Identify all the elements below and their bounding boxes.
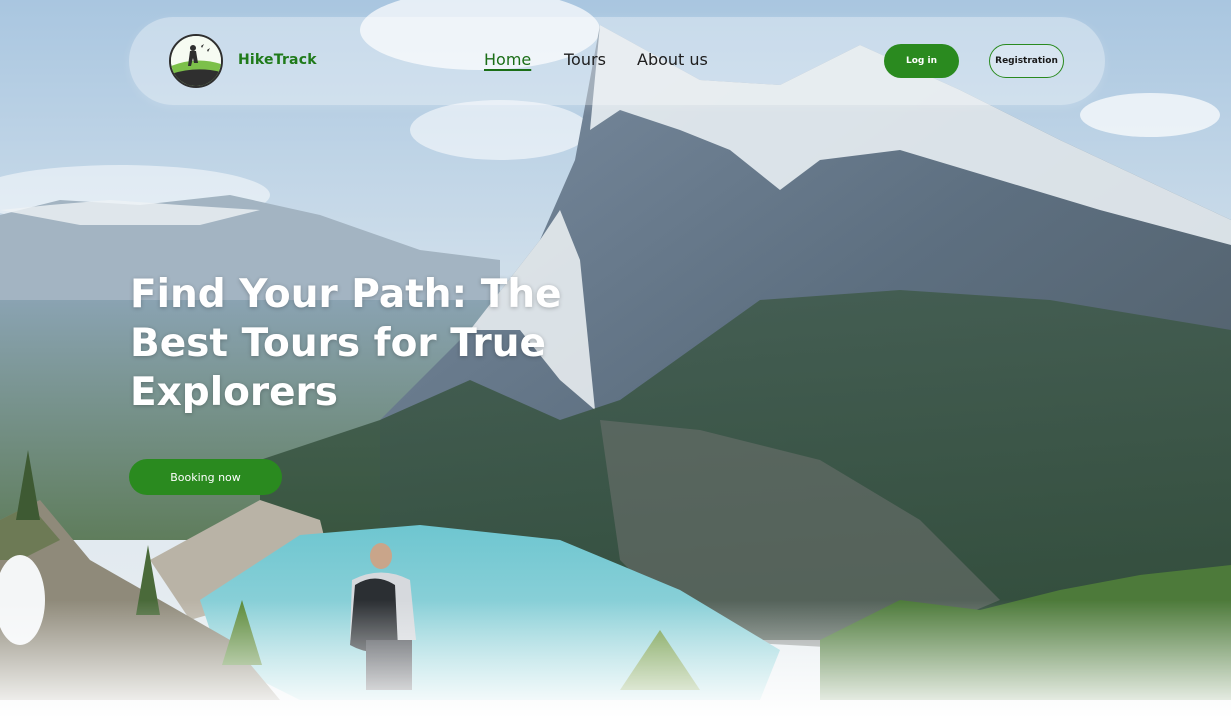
top-navigation-bar: HikeTrack Home Tours About us Log in Reg…	[129, 17, 1105, 105]
hero-section: HikeTrack Home Tours About us Log in Reg…	[0, 0, 1231, 718]
hero-headline: Find Your Path: The Best Tours for True …	[130, 272, 562, 415]
nav-link-home[interactable]: Home	[484, 50, 531, 69]
hiker-logo-icon[interactable]	[169, 34, 223, 88]
brand-name[interactable]: HikeTrack	[238, 52, 317, 68]
registration-button[interactable]: Registration	[989, 44, 1064, 78]
booking-now-button[interactable]: Booking now	[129, 459, 282, 495]
hiker-logo-graphic	[171, 36, 221, 86]
nav-link-tours[interactable]: Tours	[564, 50, 606, 69]
log-in-button[interactable]: Log in	[884, 44, 959, 78]
nav-link-about-us[interactable]: About us	[637, 50, 708, 69]
